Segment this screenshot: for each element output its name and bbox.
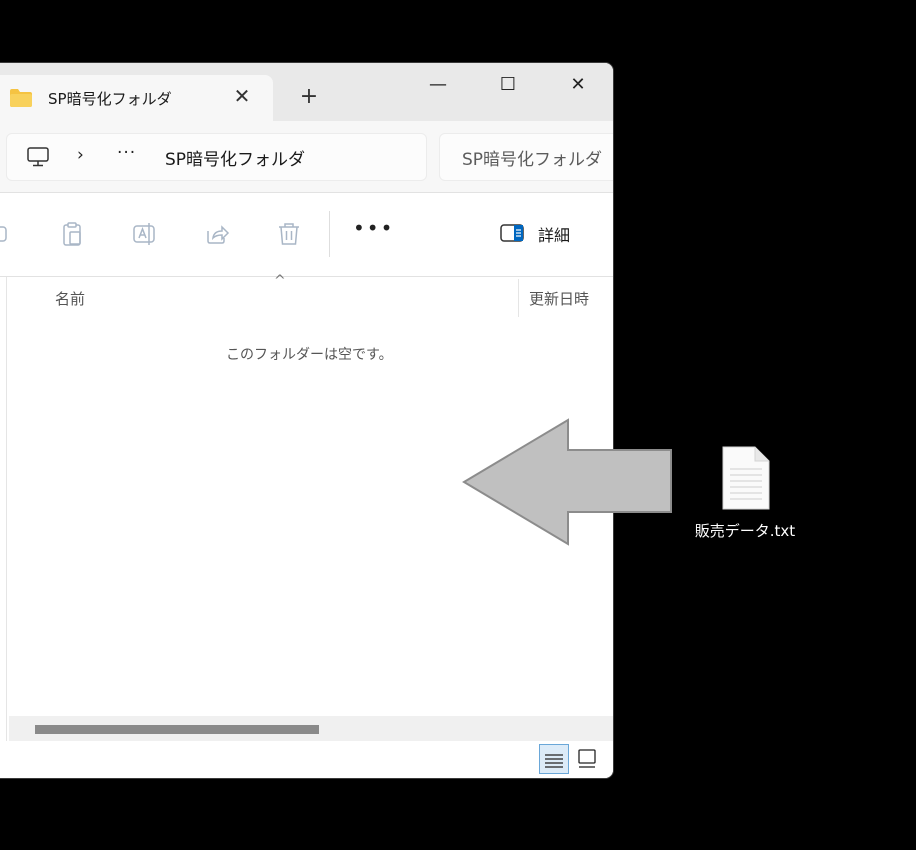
- breadcrumb-overflow-button[interactable]: ···: [117, 143, 136, 163]
- more-options-button[interactable]: •••: [353, 216, 394, 240]
- column-date-modified[interactable]: 更新日時: [529, 288, 589, 309]
- maximize-button[interactable]: ☐: [488, 70, 528, 100]
- thumbnail-view-icon: [578, 749, 596, 768]
- tab-label: SP暗号化フォルダ: [48, 90, 172, 108]
- command-bar: ••• 詳細: [0, 193, 613, 277]
- desktop-file[interactable]: 販売データ.txt: [690, 445, 800, 545]
- rename-icon[interactable]: [130, 219, 160, 249]
- copy-icon[interactable]: [0, 219, 20, 249]
- scrollbar-thumb[interactable]: [35, 725, 319, 734]
- desktop-file-name: 販売データ.txt: [694, 522, 796, 540]
- details-pane-icon: [500, 224, 524, 242]
- title-bar[interactable]: SP暗号化フォルダ ✕ + — ☐ ✕: [0, 63, 613, 121]
- column-divider[interactable]: [518, 279, 519, 317]
- address-bar[interactable]: › ··· SP暗号化フォルダ: [6, 133, 427, 181]
- close-button[interactable]: ✕: [558, 70, 598, 100]
- minimize-button[interactable]: —: [418, 70, 458, 100]
- delete-icon[interactable]: [274, 219, 304, 249]
- search-placeholder: SP暗号化フォルダ: [462, 150, 603, 170]
- empty-folder-message: このフォルダーは空です。: [226, 347, 393, 363]
- left-arrow-icon: [462, 418, 672, 546]
- this-pc-icon[interactable]: [27, 147, 49, 167]
- text-file-icon: [722, 446, 770, 510]
- status-bar: [0, 741, 613, 778]
- navigation-pane-divider[interactable]: [6, 277, 7, 778]
- details-label: 詳細: [538, 226, 571, 245]
- address-toolbar: › ··· SP暗号化フォルダ SP暗号化フォルダ: [0, 121, 613, 193]
- details-view-icon: [545, 754, 563, 768]
- details-view-button[interactable]: [539, 744, 569, 774]
- command-separator: [329, 211, 330, 257]
- sort-indicator-icon: ^: [274, 273, 286, 289]
- column-header: ^ 名前 更新日時: [8, 273, 613, 317]
- folder-icon: [10, 89, 32, 107]
- breadcrumb-current[interactable]: SP暗号化フォルダ: [165, 145, 305, 170]
- new-tab-button[interactable]: +: [296, 84, 322, 110]
- column-name[interactable]: 名前: [55, 288, 85, 309]
- tab-close-icon[interactable]: ✕: [230, 84, 254, 108]
- paste-icon[interactable]: [58, 219, 88, 249]
- tab-sp-folder[interactable]: SP暗号化フォルダ ✕: [0, 75, 273, 121]
- horizontal-scrollbar[interactable]: [9, 716, 613, 741]
- search-input[interactable]: SP暗号化フォルダ: [439, 133, 613, 181]
- share-icon[interactable]: [202, 219, 232, 249]
- large-icons-view-button[interactable]: [573, 744, 603, 774]
- breadcrumb-chevron-icon[interactable]: ›: [77, 145, 84, 165]
